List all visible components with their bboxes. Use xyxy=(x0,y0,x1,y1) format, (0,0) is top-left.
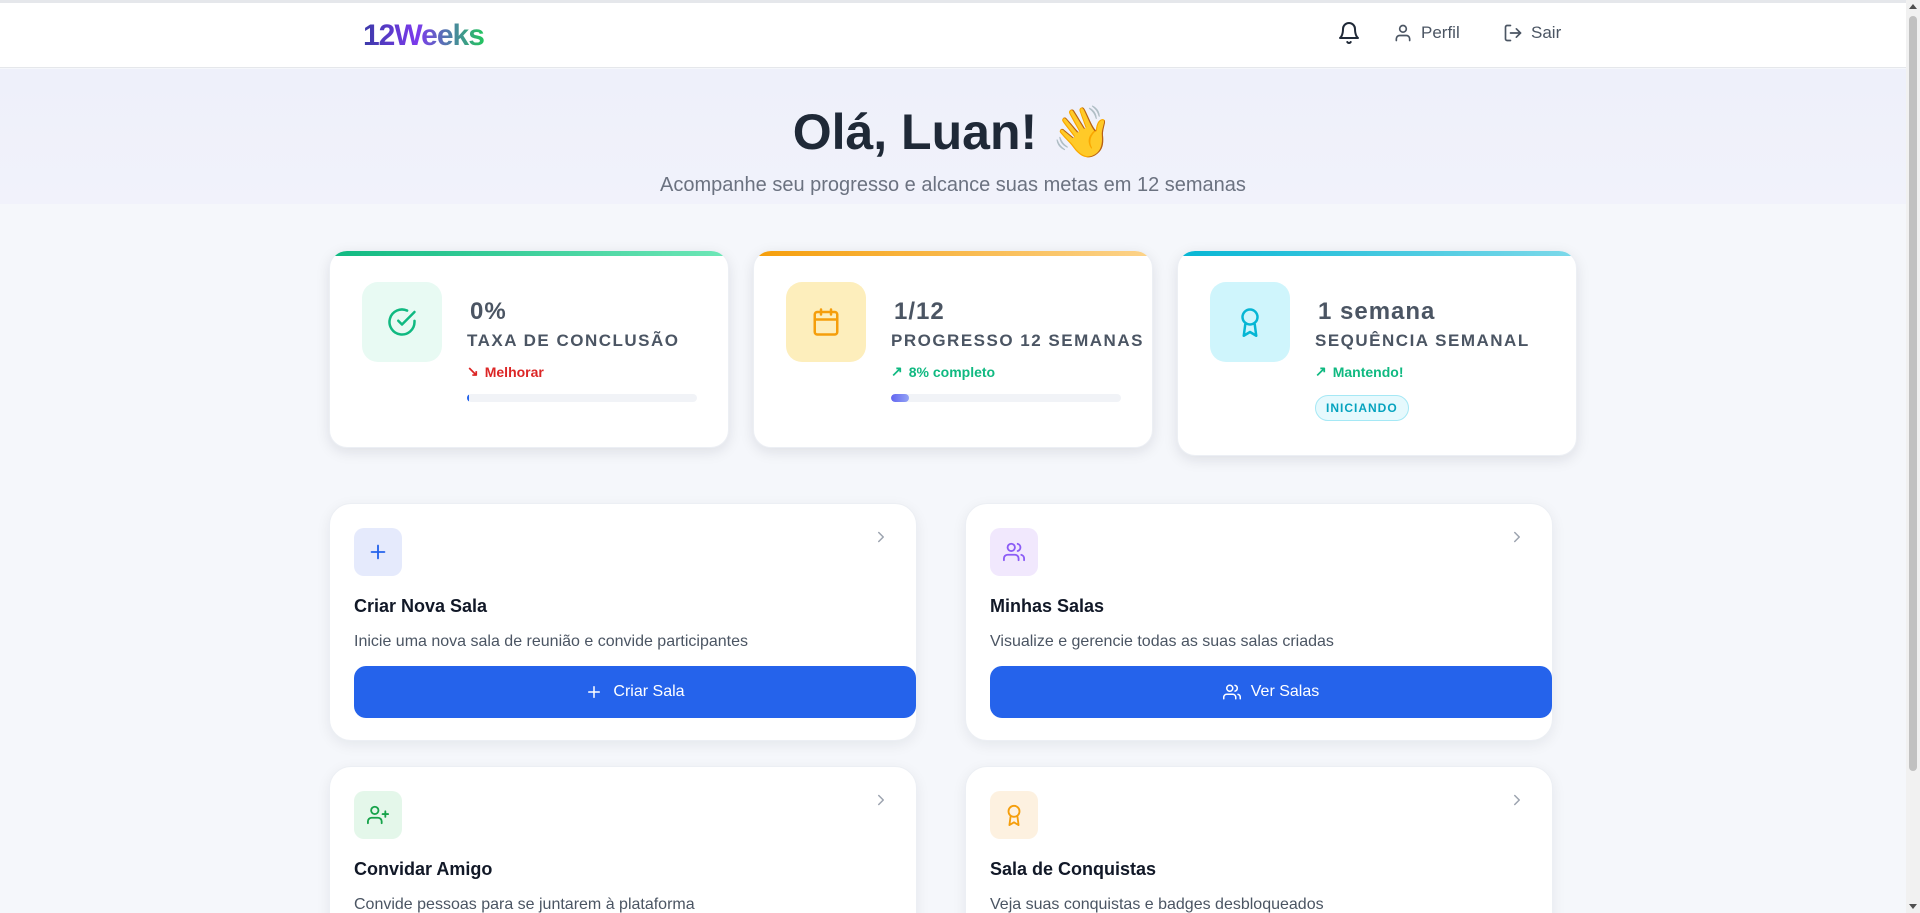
stat-value: 1 semana xyxy=(1318,298,1436,325)
stat-trend-label: Mantendo! xyxy=(1332,363,1404,380)
stat-label: SEQUÊNCIA SEMANAL xyxy=(1315,331,1530,350)
check-circle-icon xyxy=(388,308,416,336)
plus-icon xyxy=(588,686,601,698)
status-badge: INICIANDO xyxy=(1315,395,1409,421)
scroll-up-arrow-icon[interactable] xyxy=(1909,4,1917,9)
action-card-description: Convide pessoas para se juntarem à plata… xyxy=(354,896,695,913)
award-icon xyxy=(1007,804,1021,826)
notification-bell-icon[interactable] xyxy=(1337,21,1361,45)
trend-up-icon: ↗ xyxy=(891,363,903,379)
action-card-title: Criar Nova Sala xyxy=(354,596,488,616)
action-card-description: Veja suas conquistas e badges desbloquea… xyxy=(990,896,1324,913)
chevron-right-icon[interactable] xyxy=(872,528,890,546)
action-icon-box xyxy=(354,528,402,576)
view-rooms-button[interactable]: Ver Salas xyxy=(990,666,1552,718)
scroll-down-arrow-icon[interactable] xyxy=(1909,904,1917,909)
create-room-button[interactable]: Criar Sala xyxy=(354,666,916,718)
trend-down-icon: ↘ xyxy=(467,363,479,379)
action-icon-box xyxy=(354,791,402,839)
stat-value: 1/12 xyxy=(894,298,945,325)
stat-trend: ↗ Mantendo! xyxy=(1315,363,1404,380)
action-card-invite-friend[interactable]: Convidar Amigo Convide pessoas para se j… xyxy=(329,766,917,913)
award-icon xyxy=(1241,308,1259,337)
plus-icon xyxy=(370,544,386,560)
logout-link-label: Sair xyxy=(1531,23,1562,42)
stat-trend-label: 8% completo xyxy=(908,363,996,380)
stat-progress-fill xyxy=(467,394,470,402)
user-icon xyxy=(1395,24,1411,42)
stat-icon-box xyxy=(1210,282,1290,362)
stat-progress-bar xyxy=(891,394,1121,402)
calendar-icon xyxy=(813,308,839,336)
greeting-subtitle: Acompanhe seu progresso e alcance suas m… xyxy=(660,174,1246,196)
action-card-achievements[interactable]: Sala de Conquistas Veja suas conquistas … xyxy=(965,766,1553,913)
profile-link[interactable]: Perfil xyxy=(1393,23,1460,43)
create-room-button-label: Criar Sala xyxy=(613,683,685,700)
action-card-title: Sala de Conquistas xyxy=(990,859,1157,879)
chevron-right-icon[interactable] xyxy=(872,791,890,809)
action-card-create-room[interactable]: Criar Nova Sala Inicie uma nova sala de … xyxy=(329,503,917,741)
stat-icon-box xyxy=(362,282,442,362)
greeting-title: Olá, Luan! 👋 xyxy=(792,104,1114,160)
stat-card-weekly-streak: 1 semana SEQUÊNCIA SEMANAL ↗ Mantendo! I… xyxy=(1177,250,1577,456)
stat-trend-label: Melhorar xyxy=(484,363,544,380)
action-icon-box xyxy=(990,528,1038,576)
stat-card-completion-rate: 0% TAXA DE CONCLUSÃO ↘ Melhorar xyxy=(329,250,729,448)
stat-card-accent-bar xyxy=(330,251,728,256)
stat-label: PROGRESSO 12 SEMANAS xyxy=(891,331,1144,350)
users-icon xyxy=(1222,684,1241,700)
stat-value: 0% xyxy=(470,298,507,325)
stat-trend: ↗ 8% completo xyxy=(891,363,995,380)
scrollbar-thumb[interactable] xyxy=(1909,16,1917,771)
action-card-title: Minhas Salas xyxy=(990,596,1105,616)
brand-logo[interactable]: 12Weeks xyxy=(363,19,485,53)
users-icon xyxy=(1003,542,1025,562)
stat-card-twelve-week-progress: 1/12 PROGRESSO 12 SEMANAS ↗ 8% completo xyxy=(753,250,1153,448)
logout-icon xyxy=(1504,24,1522,42)
chevron-right-icon[interactable] xyxy=(1508,528,1526,546)
stat-progress-fill xyxy=(891,394,910,402)
action-card-my-rooms[interactable]: Minhas Salas Visualize e gerencie todas … xyxy=(965,503,1553,741)
logout-link[interactable]: Sair xyxy=(1503,23,1561,43)
user-plus-icon xyxy=(367,805,389,825)
action-card-description: Visualize e gerencie todas as suas salas… xyxy=(990,633,1334,650)
trend-up-icon: ↗ xyxy=(1315,363,1327,379)
stat-card-accent-bar xyxy=(1178,251,1576,256)
stat-progress-bar xyxy=(467,394,697,402)
chevron-right-icon[interactable] xyxy=(1508,791,1526,809)
profile-link-label: Perfil xyxy=(1421,23,1460,42)
stat-label: TAXA DE CONCLUSÃO xyxy=(467,331,680,350)
stat-icon-box xyxy=(786,282,866,362)
page-scrollbar[interactable] xyxy=(1906,0,1920,913)
view-rooms-button-label: Ver Salas xyxy=(1250,683,1320,700)
top-navbar: 12Weeks Perfil Sair xyxy=(0,3,1906,68)
action-icon-box xyxy=(990,791,1038,839)
action-card-title: Convidar Amigo xyxy=(354,859,493,879)
stat-card-accent-bar xyxy=(754,251,1152,256)
stat-trend: ↘ Melhorar xyxy=(467,363,544,380)
action-card-description: Inicie uma nova sala de reunião e convid… xyxy=(354,633,749,650)
